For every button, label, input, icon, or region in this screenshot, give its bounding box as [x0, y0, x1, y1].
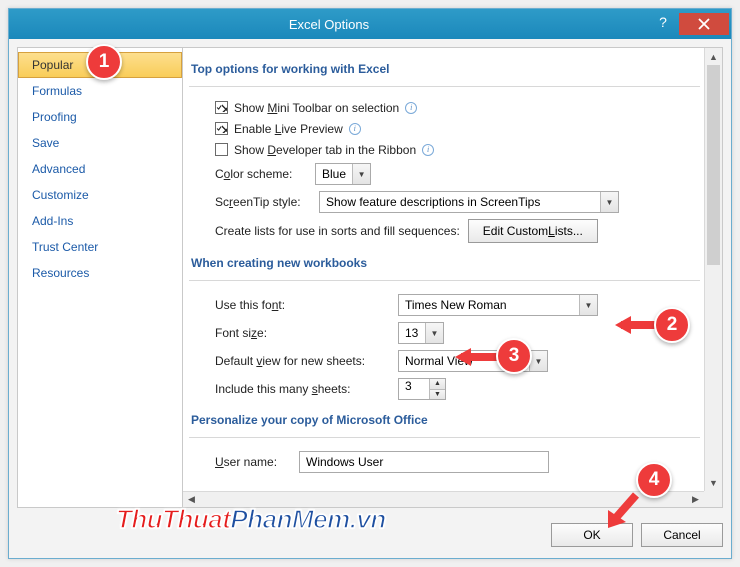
- section-heading-top: Top options for working with Excel: [189, 52, 700, 87]
- sidebar-item-label: Formulas: [32, 84, 82, 98]
- mini-toolbar-checkbox[interactable]: [215, 101, 228, 114]
- developer-tab-checkbox[interactable]: [215, 143, 228, 156]
- scroll-down-icon[interactable]: ▼: [705, 474, 722, 491]
- close-button[interactable]: [679, 13, 729, 35]
- username-input[interactable]: Windows User: [299, 451, 549, 473]
- info-icon: i: [405, 102, 417, 114]
- default-view-label: Default view for new sheets:: [215, 354, 390, 368]
- live-preview-label: Enable Live Preview: [234, 122, 343, 136]
- live-preview-checkbox[interactable]: [215, 122, 228, 135]
- custom-lists-label: Create lists for use in sorts and fill s…: [215, 224, 460, 238]
- sidebar-item-label: Add-Ins: [32, 214, 73, 228]
- font-label: Use this font:: [215, 298, 390, 312]
- font-size-value: 13: [399, 326, 425, 340]
- mini-toolbar-label: Show Mini Toolbar on selection: [234, 101, 399, 115]
- category-sidebar: Popular Formulas Proofing Save Advanced …: [17, 47, 183, 508]
- sheets-label: Include this many sheets:: [215, 382, 390, 396]
- screentip-value: Show feature descriptions in ScreenTips: [320, 195, 600, 209]
- annotation-badge-1: 1: [86, 44, 122, 80]
- window-title: Excel Options: [9, 17, 649, 32]
- sidebar-item-proofing[interactable]: Proofing: [18, 104, 182, 130]
- annotation-arrow-3: [455, 346, 499, 368]
- cancel-button[interactable]: Cancel: [641, 523, 723, 547]
- chevron-down-icon: ▼: [352, 164, 370, 184]
- sheets-value: 3: [399, 379, 429, 399]
- vertical-scrollbar[interactable]: ▲ ▼: [704, 48, 722, 491]
- sidebar-item-formulas[interactable]: Formulas: [18, 78, 182, 104]
- close-icon: [698, 18, 710, 30]
- sidebar-item-label: Resources: [32, 266, 89, 280]
- developer-tab-label: Show Developer tab in the Ribbon: [234, 143, 416, 157]
- annotation-arrow-2: [615, 314, 657, 336]
- section-heading-personalize: Personalize your copy of Microsoft Offic…: [189, 403, 700, 438]
- sidebar-item-customize[interactable]: Customize: [18, 182, 182, 208]
- scrollbar-corner: [704, 491, 722, 507]
- screentip-combo[interactable]: Show feature descriptions in ScreenTips …: [319, 191, 619, 213]
- chevron-down-icon: ▼: [579, 295, 597, 315]
- info-icon: i: [422, 144, 434, 156]
- ok-button-label: OK: [583, 528, 600, 542]
- spinner-arrows[interactable]: ▲▼: [429, 379, 445, 399]
- section-heading-newwb: When creating new workbooks: [189, 246, 700, 281]
- annotation-badge-3: 3: [496, 338, 532, 374]
- username-label: User name:: [215, 455, 291, 469]
- sidebar-item-label: Popular: [32, 58, 73, 72]
- sidebar-item-advanced[interactable]: Advanced: [18, 156, 182, 182]
- sidebar-item-trustcenter[interactable]: Trust Center: [18, 234, 182, 260]
- annotation-arrow-4: [604, 492, 644, 532]
- sidebar-item-addins[interactable]: Add-Ins: [18, 208, 182, 234]
- scrollbar-thumb[interactable]: [707, 65, 720, 265]
- color-scheme-combo[interactable]: Blue ▼: [315, 163, 371, 185]
- options-main-panel: Top options for working with Excel Show …: [183, 47, 723, 508]
- scroll-right-icon[interactable]: ▶: [687, 492, 704, 507]
- sidebar-item-label: Save: [32, 136, 59, 150]
- sidebar-item-resources[interactable]: Resources: [18, 260, 182, 286]
- watermark: ThuThuatPhanMem.vn: [116, 504, 386, 535]
- annotation-badge-2: 2: [654, 307, 690, 343]
- cancel-button-label: Cancel: [663, 528, 700, 542]
- chevron-down-icon: ▼: [425, 323, 443, 343]
- help-button[interactable]: ?: [649, 14, 677, 34]
- titlebar: Excel Options ?: [9, 9, 731, 39]
- screentip-label: ScreenTip style:: [215, 195, 311, 209]
- font-size-label: Font size:: [215, 326, 390, 340]
- username-value: Windows User: [306, 455, 383, 469]
- excel-options-dialog: Excel Options ? Popular Formulas Proofin…: [8, 8, 732, 559]
- font-value: Times New Roman: [399, 298, 579, 312]
- sidebar-item-label: Customize: [32, 188, 89, 202]
- sidebar-item-label: Trust Center: [32, 240, 98, 254]
- sidebar-item-label: Proofing: [32, 110, 77, 124]
- chevron-down-icon: ▼: [600, 192, 618, 212]
- sidebar-item-save[interactable]: Save: [18, 130, 182, 156]
- sidebar-item-label: Advanced: [32, 162, 85, 176]
- sheets-spinner[interactable]: 3 ▲▼: [398, 378, 446, 400]
- scroll-up-icon[interactable]: ▲: [705, 48, 722, 65]
- color-scheme-value: Blue: [316, 167, 352, 181]
- color-scheme-label: Color scheme:: [215, 167, 307, 181]
- info-icon: i: [349, 123, 361, 135]
- annotation-badge-4: 4: [636, 462, 672, 498]
- font-combo[interactable]: Times New Roman ▼: [398, 294, 598, 316]
- edit-custom-lists-button[interactable]: Edit Custom Lists...: [468, 219, 598, 243]
- font-size-combo[interactable]: 13 ▼: [398, 322, 444, 344]
